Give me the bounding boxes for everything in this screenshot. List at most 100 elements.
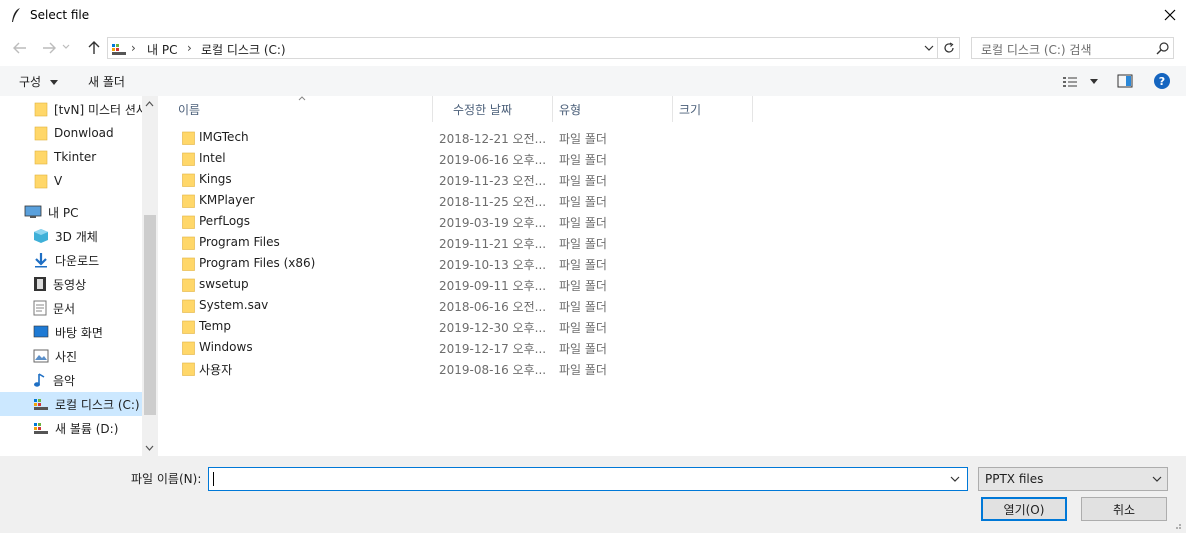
file-row[interactable]: Kings 2019-11-23 오전... 파일 폴더 <box>174 169 634 190</box>
column-header-name[interactable]: 이름 <box>158 96 433 122</box>
preview-pane-icon <box>1117 74 1133 88</box>
folder-icon <box>182 131 195 145</box>
file-row[interactable]: Windows 2019-12-17 오후... 파일 폴더 <box>174 337 634 358</box>
file-list: 이름 수정한 날짜 유형 크기 IMGTech 2018-12-21 오전... 파… <box>158 96 1186 456</box>
file-date: 2019-11-23 오전... <box>439 174 547 188</box>
arrow-right-icon <box>42 42 56 54</box>
file-type: 파일 폴더 <box>559 174 607 188</box>
sidebar-item[interactable]: Tkinter <box>0 145 142 169</box>
sidebar-item[interactable]: 새 볼륨 (D:) <box>0 416 142 440</box>
filename-label: 파일 이름(N): <box>131 472 202 486</box>
breadcrumb-my-pc[interactable]: 내 PC <box>147 41 177 58</box>
file-type: 파일 폴더 <box>559 258 607 272</box>
sidebar-item-label: 바탕 화면 <box>55 325 103 340</box>
file-date: 2019-10-13 오후... <box>439 258 547 272</box>
file-row[interactable]: IMGTech 2018-12-21 오전... 파일 폴더 <box>174 127 634 148</box>
view-list-icon <box>1062 76 1078 88</box>
file-name: Intel <box>199 151 226 165</box>
sidebar-item[interactable]: 음악 <box>0 368 142 392</box>
file-name: Program Files <box>199 235 280 249</box>
download-icon <box>33 252 49 268</box>
file-type: 파일 폴더 <box>559 132 607 146</box>
file-name: 사용자 <box>199 363 233 377</box>
file-type: 파일 폴더 <box>559 237 607 251</box>
sidebar-item[interactable]: V <box>0 169 142 193</box>
sidebar-item[interactable]: 바탕 화면 <box>0 320 142 344</box>
file-row[interactable]: KMPlayer 2018-11-25 오전... 파일 폴더 <box>174 190 634 211</box>
close-button[interactable] <box>1156 2 1184 28</box>
file-name: KMPlayer <box>199 193 255 207</box>
sidebar-item-label: 새 볼륨 (D:) <box>55 421 119 436</box>
file-row[interactable]: 사용자 2019-08-16 오후... 파일 폴더 <box>174 358 634 379</box>
forward-button[interactable] <box>38 37 60 59</box>
svg-text:?: ? <box>1159 75 1165 88</box>
text-caret <box>213 472 214 486</box>
file-row[interactable]: Program Files 2019-11-21 오후... 파일 폴더 <box>174 232 634 253</box>
document-icon <box>33 300 47 316</box>
scroll-down-arrow[interactable] <box>145 445 154 451</box>
refresh-button[interactable] <box>938 37 960 59</box>
sidebar-item[interactable]: [tvN] 미스터 션샤인 <box>0 97 142 121</box>
filename-history-dropdown[interactable] <box>949 471 961 487</box>
back-button[interactable] <box>9 37 31 59</box>
sidebar-item[interactable]: 동영상 <box>0 272 142 296</box>
column-header-size[interactable]: 크기 <box>673 96 753 122</box>
column-header-date[interactable]: 수정한 날짜 <box>433 96 553 122</box>
preview-pane-button[interactable] <box>1117 74 1133 88</box>
file-type: 파일 폴더 <box>559 321 607 335</box>
file-name: Program Files (x86) <box>199 256 316 270</box>
navigation-pane: [tvN] 미스터 션샤인 Donwload Tkinter V 내 PC 3D 개체다운… <box>0 96 158 456</box>
address-bar[interactable]: › 내 PC › 로컬 디스크 (C:) <box>107 37 938 59</box>
filename-input[interactable] <box>208 467 968 491</box>
file-type: 파일 폴더 <box>559 153 607 167</box>
refresh-icon <box>943 42 955 54</box>
file-row[interactable]: Temp 2019-12-30 오후... 파일 폴더 <box>174 316 634 337</box>
sidebar-scroll-thumb[interactable] <box>144 215 156 415</box>
sidebar-item[interactable]: Donwload <box>0 121 142 145</box>
cancel-button[interactable]: 취소 <box>1081 497 1167 521</box>
new-folder-button[interactable]: 새 폴더 <box>88 73 125 90</box>
cube-icon <box>33 228 49 244</box>
sidebar-item[interactable]: 내 PC <box>0 200 142 224</box>
file-date: 2019-06-16 오후... <box>439 153 547 167</box>
sidebar-item[interactable]: 사진 <box>0 344 142 368</box>
file-row[interactable]: Intel 2019-06-16 오후... 파일 폴더 <box>174 148 634 169</box>
file-name: swsetup <box>199 277 249 291</box>
sidebar-item-label: 로컬 디스크 (C:) <box>55 397 140 412</box>
scroll-up-arrow[interactable] <box>145 101 154 107</box>
search-input[interactable]: 로컬 디스크 (C:) 검색 <box>971 37 1174 59</box>
sidebar-item[interactable]: 로컬 디스크 (C:) <box>0 392 142 416</box>
file-name: Kings <box>199 172 232 186</box>
recent-dropdown[interactable] <box>62 44 70 50</box>
organize-button[interactable]: 구성 <box>19 73 58 90</box>
open-button[interactable]: 열기(O) <box>981 497 1067 521</box>
file-date: 2018-12-21 오전... <box>439 132 547 146</box>
view-options-button[interactable] <box>1062 74 1098 88</box>
arrow-up-icon <box>88 41 100 55</box>
file-row[interactable]: Program Files (x86) 2019-10-13 오후... 파일 폴더 <box>174 253 634 274</box>
sidebar-item[interactable]: 다운로드 <box>0 248 142 272</box>
sidebar-item-label: Donwload <box>54 126 114 140</box>
resize-grip-icon[interactable] <box>1172 520 1182 530</box>
toolbar: 구성 새 폴더 ? <box>0 66 1186 96</box>
up-button[interactable] <box>83 37 105 59</box>
folder-icon <box>182 194 195 208</box>
folder-icon <box>182 278 195 292</box>
sidebar-item[interactable]: 문서 <box>0 296 142 320</box>
folder-icon <box>34 149 48 165</box>
file-row[interactable]: System.sav 2018-06-16 오전... 파일 폴더 <box>174 295 634 316</box>
file-row[interactable]: swsetup 2019-09-11 오후... 파일 폴더 <box>174 274 634 295</box>
help-button[interactable]: ? <box>1154 73 1170 89</box>
folder-icon <box>182 257 195 271</box>
column-header-type[interactable]: 유형 <box>553 96 673 122</box>
breadcrumb-separator: › <box>131 41 136 55</box>
sidebar-item-label: 다운로드 <box>55 253 100 268</box>
organize-label: 구성 <box>19 75 42 89</box>
filetype-select[interactable]: PPTX files <box>978 467 1168 491</box>
file-type: 파일 폴더 <box>559 216 607 230</box>
sidebar-item[interactable]: 3D 개체 <box>0 224 142 248</box>
file-row[interactable]: PerfLogs 2019-03-19 오후... 파일 폴더 <box>174 211 634 232</box>
address-dropdown[interactable] <box>920 39 938 57</box>
breadcrumb-local-disk[interactable]: 로컬 디스크 (C:) <box>201 41 286 58</box>
file-name: PerfLogs <box>199 214 251 228</box>
